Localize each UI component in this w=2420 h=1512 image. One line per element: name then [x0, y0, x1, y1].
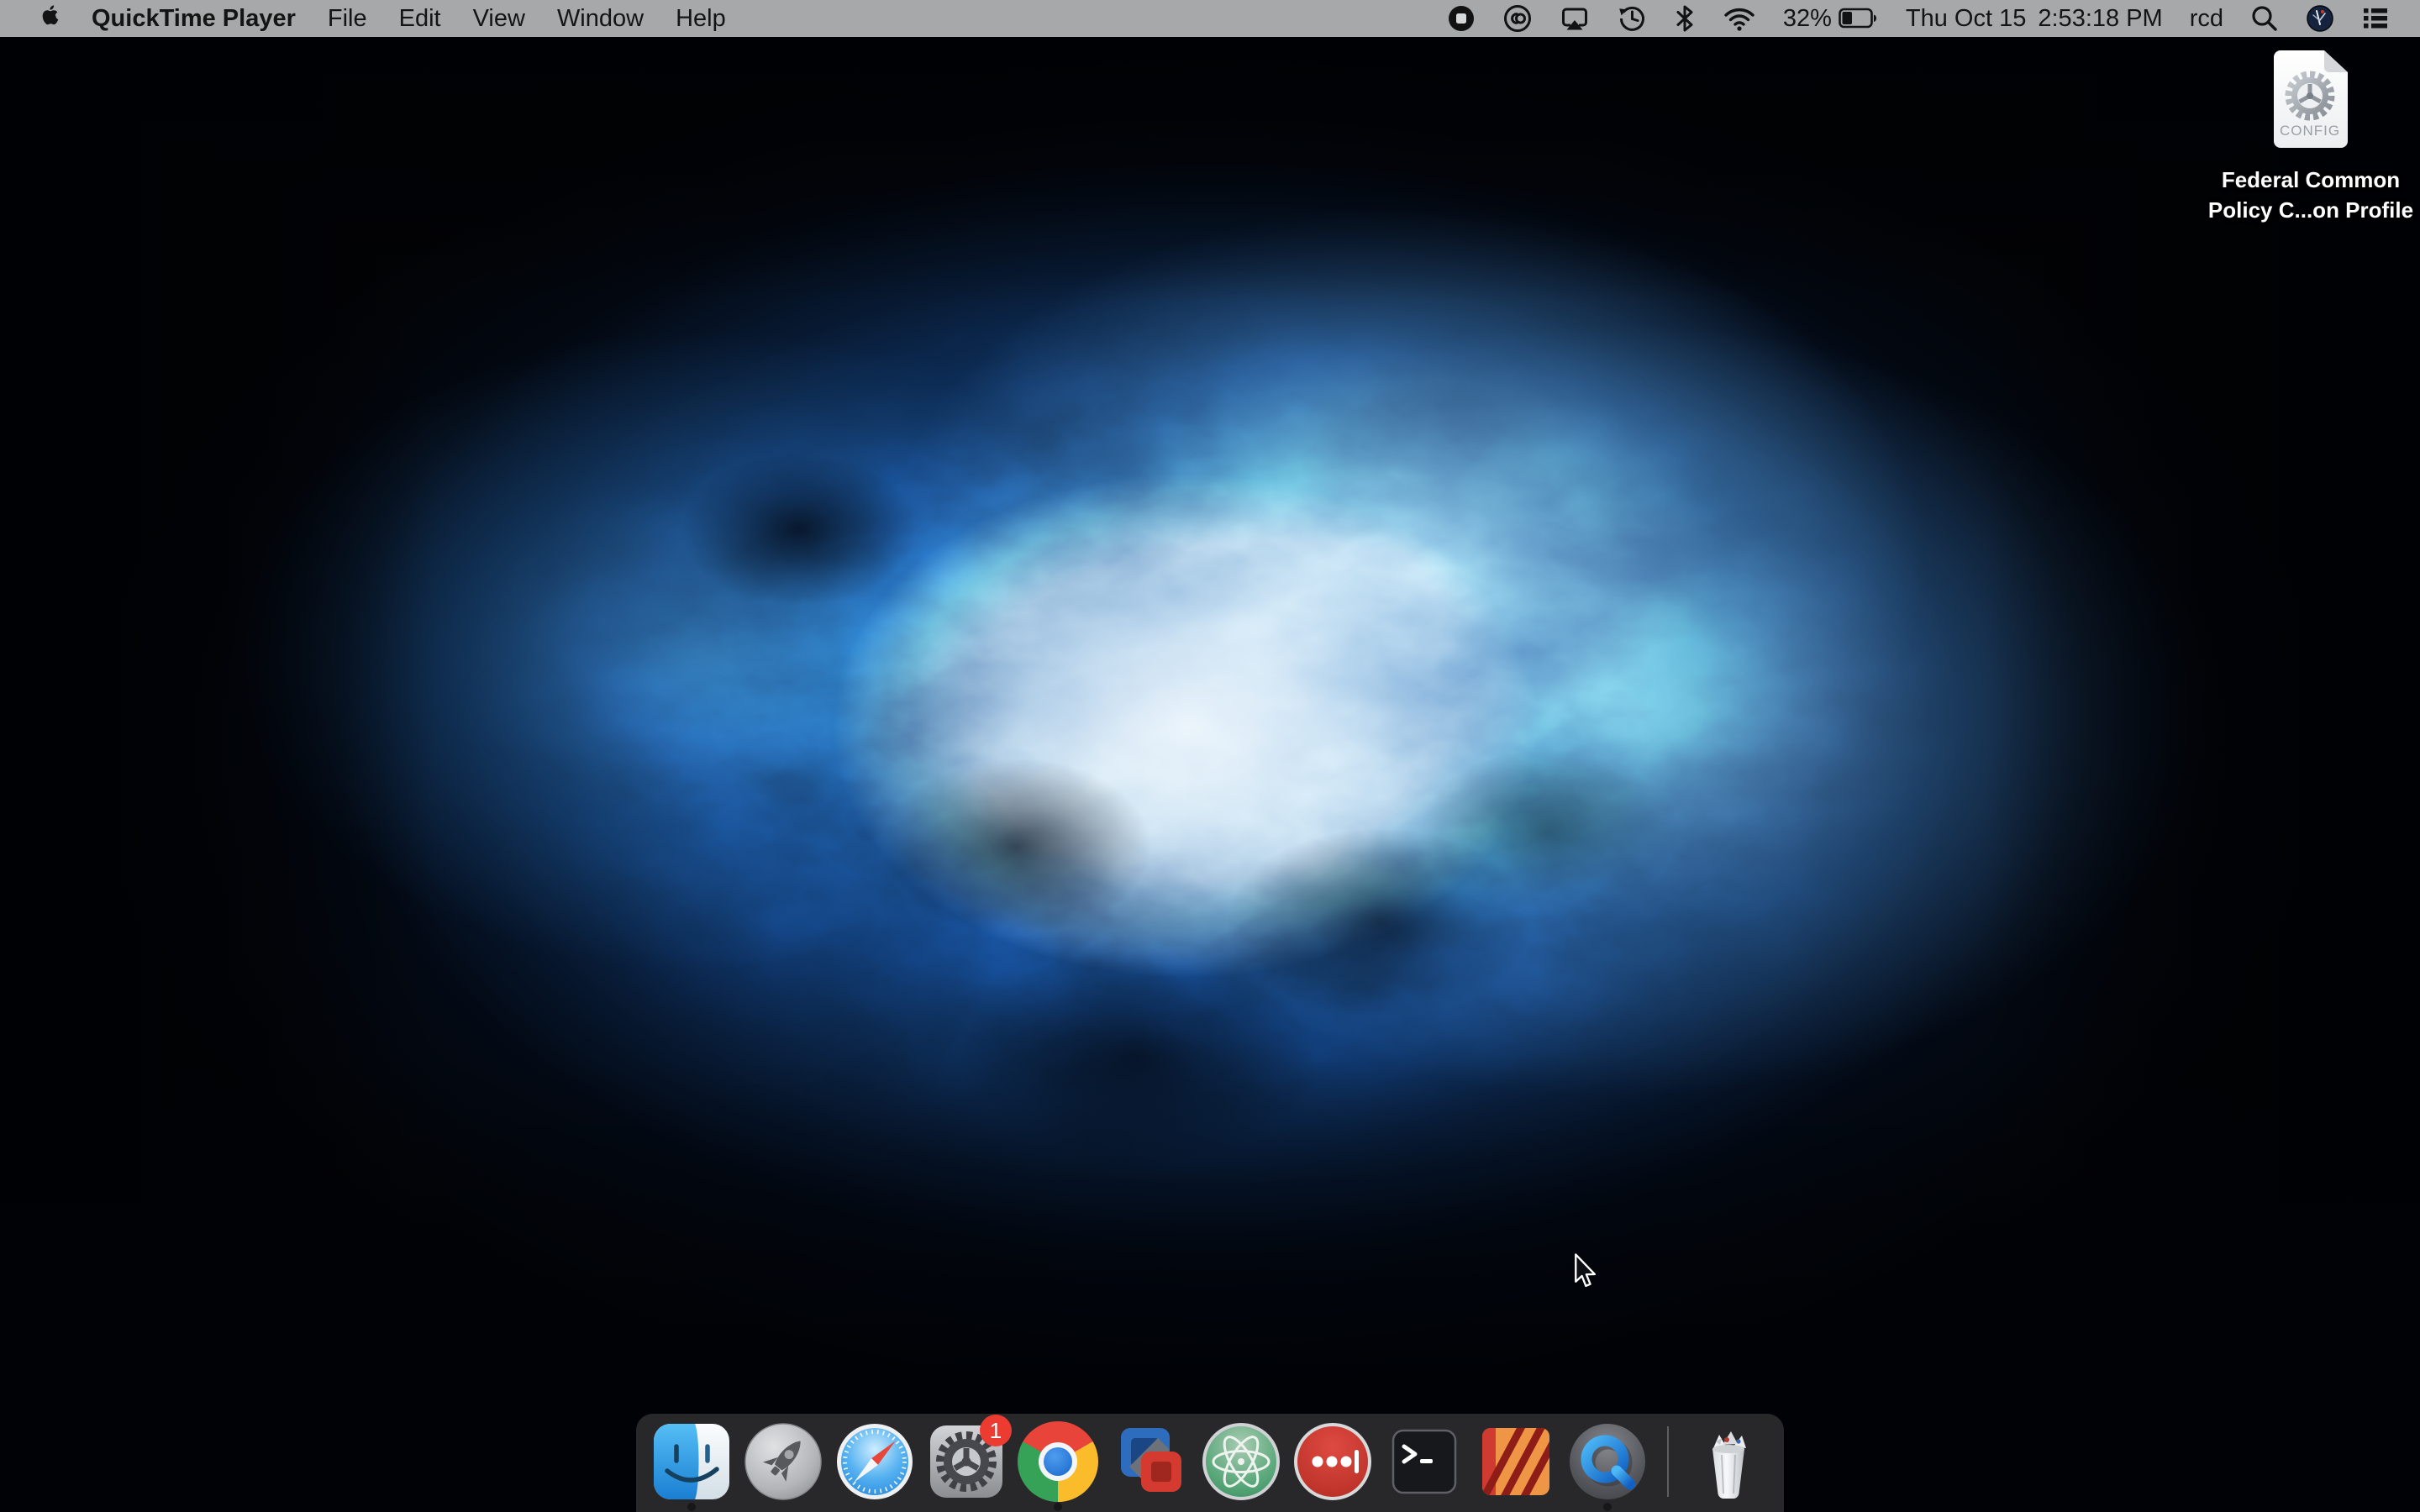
quicktime-icon: [1567, 1421, 1648, 1502]
dock-item-lastpass[interactable]: [1292, 1421, 1373, 1502]
battery-indicator[interactable]: 32%: [1783, 5, 1879, 33]
finder-icon: [651, 1421, 732, 1502]
menu-bar-clock[interactable]: Thu Oct 15 2:53:18 PM: [1906, 5, 2163, 33]
wallpaper: [0, 0, 2420, 1512]
desktop: QuickTime Player File Edit View Window H…: [0, 0, 2420, 1512]
dock-item-launchpad[interactable]: [743, 1421, 823, 1502]
desktop-file-label: Federal Common Policy C...on Profile: [2208, 165, 2413, 225]
chrome-icon-blue-center: [1044, 1447, 1072, 1476]
spotlight-search-icon[interactable]: [2250, 4, 2279, 33]
sphere-app-icon[interactable]: [2306, 4, 2334, 33]
dock-item-vmware-fusion[interactable]: [1109, 1421, 1190, 1502]
clock-date: Thu Oct 15: [1906, 5, 2026, 33]
list-menu-icon[interactable]: [2361, 5, 2390, 32]
dock-item-terminal[interactable]: [1384, 1421, 1465, 1502]
menu-view[interactable]: View: [473, 5, 525, 33]
menu-bar-left: QuickTime Player File Edit View Window H…: [37, 2, 726, 35]
dock-item-chrome[interactable]: [1018, 1421, 1098, 1502]
config-badge-text: CONFIG: [2280, 123, 2340, 139]
bluetooth-icon[interactable]: [1674, 4, 1696, 33]
wifi-icon[interactable]: [1723, 4, 1756, 33]
running-indicator: [1603, 1503, 1612, 1511]
menu-bar: QuickTime Player File Edit View Window H…: [0, 0, 2420, 37]
running-indicator: [687, 1503, 696, 1511]
running-indicator: [1054, 1503, 1062, 1511]
dock-item-system-preferences[interactable]: 1: [926, 1421, 1007, 1502]
screen-recording-stop-icon[interactable]: [1447, 4, 1476, 33]
config-profile-document-icon: CONFIG: [2270, 49, 2351, 150]
launchpad-icon: [743, 1421, 823, 1502]
airplay-display-icon[interactable]: [1560, 4, 1590, 33]
dock-item-affinity-publisher[interactable]: [1476, 1421, 1556, 1502]
dock-divider: [1667, 1426, 1669, 1497]
lastpass-icon: [1292, 1421, 1373, 1502]
notification-badge: 1: [980, 1415, 1012, 1446]
affinity-publisher-icon: [1476, 1421, 1556, 1502]
menu-window[interactable]: Window: [557, 5, 644, 33]
vmware-fusion-icon: [1109, 1421, 1190, 1502]
dock-item-trash[interactable]: [1688, 1421, 1769, 1502]
terminal-icon: [1384, 1421, 1465, 1502]
atom-icon: [1201, 1421, 1281, 1502]
apple-menu-icon[interactable]: [37, 2, 60, 35]
time-machine-icon[interactable]: [1617, 4, 1647, 33]
user-menu[interactable]: rcd: [2190, 5, 2223, 33]
menu-edit[interactable]: Edit: [399, 5, 441, 33]
chrome-icon: [1018, 1421, 1098, 1502]
clock-time: 2:53:18 PM: [2038, 5, 2162, 33]
menu-bar-status: 32% Thu Oct 15 2:53:18 PM rcd: [1447, 4, 2390, 33]
adobe-creative-cloud-icon[interactable]: [1502, 4, 1533, 33]
dock-item-safari[interactable]: [834, 1421, 915, 1502]
battery-icon: [1839, 8, 1879, 29]
dock-item-finder[interactable]: [651, 1421, 732, 1502]
desktop-file-federal-common-policy-profile[interactable]: CONFIG Federal Common Policy C...on Prof…: [2202, 49, 2420, 225]
dock-item-atom[interactable]: [1201, 1421, 1281, 1502]
desktop-file-label-line1: Federal Common: [2208, 165, 2413, 195]
trash-full-icon: [1688, 1421, 1769, 1502]
safari-icon: [834, 1421, 915, 1502]
dock: 1: [636, 1414, 1784, 1512]
active-app-name[interactable]: QuickTime Player: [92, 5, 296, 33]
mouse-cursor: [1573, 1253, 1598, 1294]
menu-help[interactable]: Help: [676, 5, 726, 33]
menu-file[interactable]: File: [328, 5, 367, 33]
dock-item-quicktime[interactable]: [1567, 1421, 1648, 1502]
wallpaper-dark-smoke: [0, 0, 2420, 1512]
battery-percent-label: 32%: [1783, 5, 1832, 33]
desktop-file-label-line2: Policy C...on Profile: [2208, 195, 2413, 225]
